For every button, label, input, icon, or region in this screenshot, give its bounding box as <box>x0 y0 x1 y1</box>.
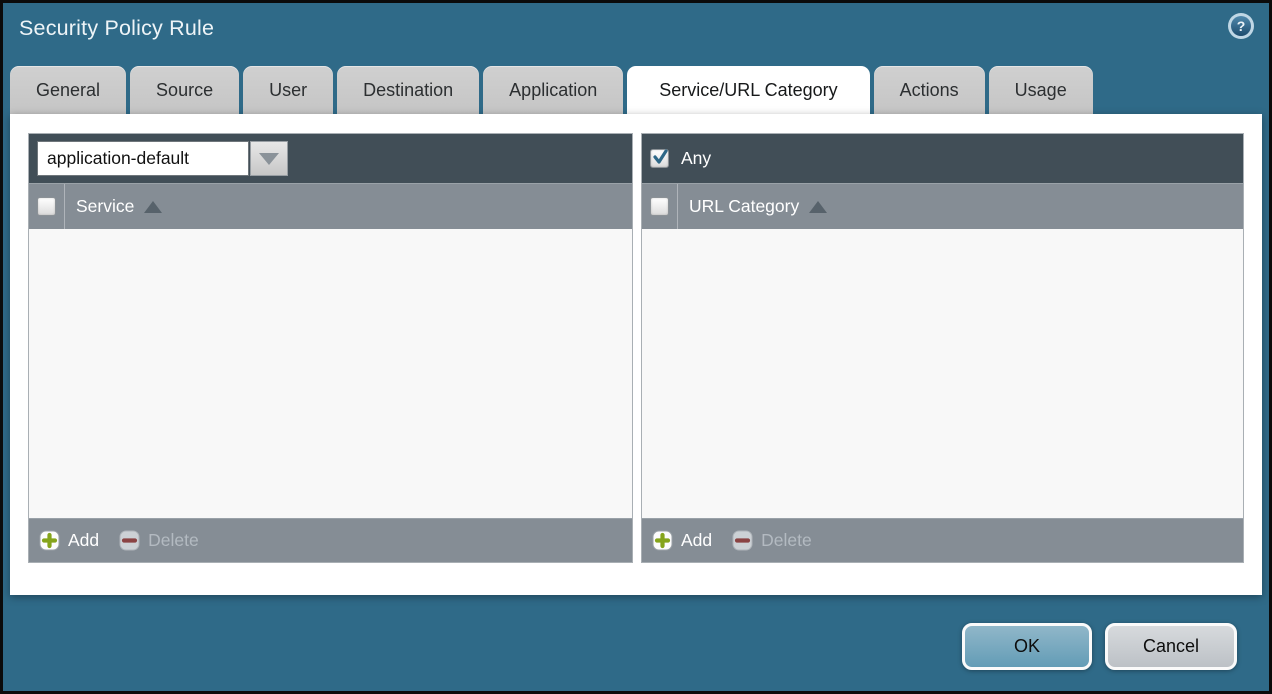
service-footer: Add Delete <box>29 518 632 562</box>
service-column-label[interactable]: Service <box>76 196 134 217</box>
service-type-input[interactable] <box>37 141 249 176</box>
sort-ascending-icon <box>144 201 162 213</box>
tab-usage[interactable]: Usage <box>989 66 1093 114</box>
service-type-select <box>37 141 288 176</box>
url-any-label: Any <box>681 148 711 169</box>
service-list <box>29 229 632 518</box>
service-select-all-cell <box>29 184 65 229</box>
url-select-all-checkbox[interactable] <box>650 197 669 216</box>
service-column-header: Service <box>29 183 632 229</box>
url-category-column-label[interactable]: URL Category <box>689 196 799 217</box>
help-icon[interactable]: ? <box>1227 12 1255 40</box>
service-select-all-checkbox[interactable] <box>37 197 56 216</box>
sort-ascending-icon <box>809 201 827 213</box>
tab-application[interactable]: Application <box>483 66 623 114</box>
delete-minus-icon <box>119 530 140 551</box>
service-panel: Service Add Delete <box>28 133 633 563</box>
cancel-button[interactable]: Cancel <box>1105 623 1237 670</box>
url-delete-label: Delete <box>761 530 812 551</box>
url-add-label: Add <box>681 530 712 551</box>
tab-destination[interactable]: Destination <box>337 66 479 114</box>
url-select-all-cell <box>642 184 678 229</box>
url-category-list <box>642 229 1243 518</box>
url-category-panel: Any URL Category Add <box>641 133 1244 563</box>
delete-minus-icon <box>732 530 753 551</box>
tab-user[interactable]: User <box>243 66 333 114</box>
ok-button[interactable]: OK <box>962 623 1092 670</box>
url-any-bar: Any <box>642 134 1243 183</box>
url-category-column-header: URL Category <box>642 183 1243 229</box>
service-delete-button: Delete <box>119 530 199 551</box>
tab-source[interactable]: Source <box>130 66 239 114</box>
question-mark-circle-icon: ? <box>1227 12 1255 40</box>
url-any-checkbox[interactable] <box>650 149 669 168</box>
tab-actions[interactable]: Actions <box>874 66 985 114</box>
service-add-button[interactable]: Add <box>39 530 99 551</box>
add-plus-icon <box>652 530 673 551</box>
url-delete-button: Delete <box>732 530 812 551</box>
url-category-footer: Add Delete <box>642 518 1243 562</box>
dialog-title: Security Policy Rule <box>19 16 214 41</box>
service-delete-label: Delete <box>148 530 199 551</box>
service-type-dropdown-button[interactable] <box>250 141 288 176</box>
checkmark-icon <box>652 148 669 165</box>
chevron-down-icon <box>259 153 279 165</box>
add-plus-icon <box>39 530 60 551</box>
tab-general[interactable]: General <box>10 66 126 114</box>
tab-bar: General Source User Destination Applicat… <box>10 66 1093 114</box>
service-type-bar <box>29 134 632 183</box>
service-add-label: Add <box>68 530 99 551</box>
url-add-button[interactable]: Add <box>652 530 712 551</box>
svg-text:?: ? <box>1237 18 1246 34</box>
tab-service-url-category[interactable]: Service/URL Category <box>627 66 869 114</box>
security-policy-rule-dialog: Security Policy Rule ? General Source Us… <box>0 0 1272 694</box>
tab-content: Service Add Delete <box>10 114 1262 595</box>
